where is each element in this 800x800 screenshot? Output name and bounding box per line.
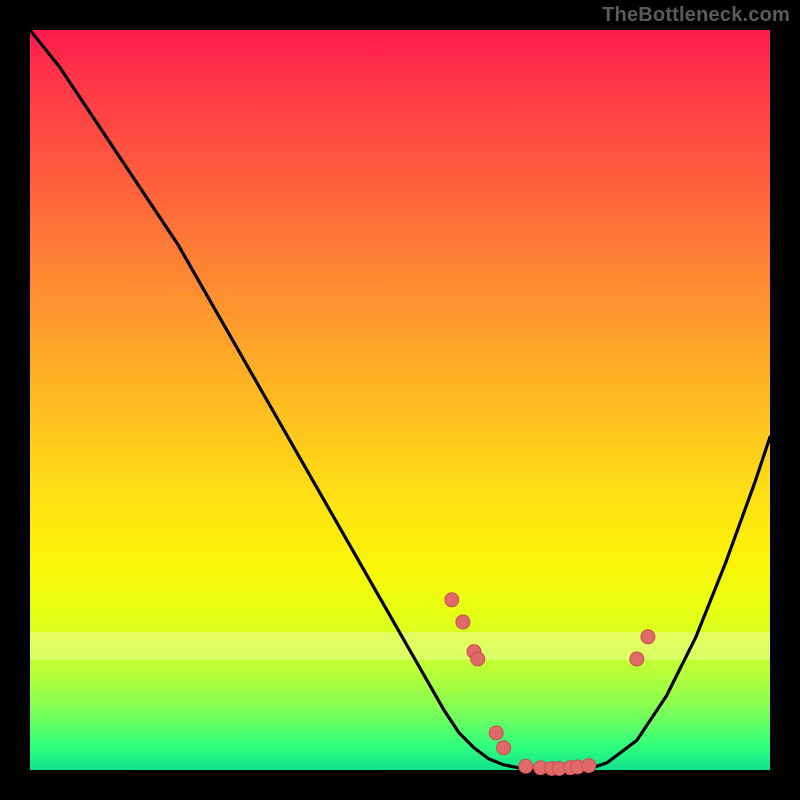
datapoint (641, 630, 655, 644)
datapoint (489, 726, 503, 740)
datapoint (519, 759, 533, 773)
bottleneck-curve (30, 30, 770, 770)
datapoint (497, 741, 511, 755)
datapoint (552, 762, 566, 776)
chart-stage: TheBottleneck.com (0, 0, 800, 800)
datapoint (467, 645, 481, 659)
datapoint (582, 759, 596, 773)
datapoint (545, 762, 559, 776)
datapoints-group (445, 593, 655, 776)
datapoint (630, 652, 644, 666)
datapoint (471, 652, 485, 666)
datapoint (534, 761, 548, 775)
datapoint (563, 761, 577, 775)
datapoint (456, 615, 470, 629)
datapoint (445, 593, 459, 607)
highlight-band (30, 632, 770, 660)
watermark-label: TheBottleneck.com (602, 4, 790, 27)
plot-area (30, 30, 770, 770)
chart-svg (30, 30, 770, 770)
datapoint (571, 760, 585, 774)
